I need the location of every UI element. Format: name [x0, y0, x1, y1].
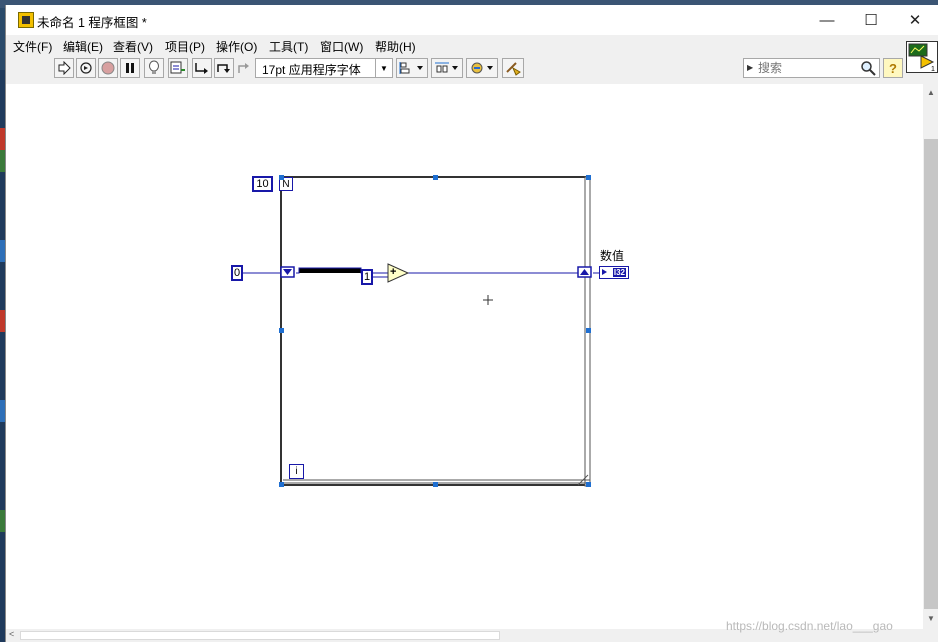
- resize-handle[interactable]: [586, 175, 591, 180]
- align-objects-icon: [399, 62, 423, 74]
- indicator-label[interactable]: 数值: [600, 247, 624, 264]
- menu-edit[interactable]: 编辑(E): [63, 38, 103, 55]
- search-scope-arrow-icon[interactable]: ▶: [747, 63, 753, 72]
- stop-icon: [101, 61, 115, 75]
- menu-window[interactable]: 窗口(W): [320, 38, 363, 55]
- search-input[interactable]: [758, 60, 853, 76]
- pause-button[interactable]: [120, 58, 140, 78]
- toolbar: 17pt 应用程序字体 ▼ ▶ ?: [6, 55, 906, 83]
- menu-view[interactable]: 查看(V): [113, 38, 153, 55]
- scroll-down-icon[interactable]: ▼: [927, 614, 935, 623]
- clean-up-broom-icon: [506, 62, 521, 76]
- clean-up-diagram-button[interactable]: [502, 58, 524, 78]
- run-continuously-button[interactable]: [76, 58, 96, 78]
- retain-wire-values-icon: [170, 61, 185, 74]
- run-continuously-icon: [80, 62, 92, 74]
- maximize-button[interactable]: ☐: [848, 5, 894, 35]
- abort-button[interactable]: [98, 58, 118, 78]
- step-over-button[interactable]: [214, 58, 234, 78]
- resize-handle[interactable]: [433, 175, 438, 180]
- resize-handle[interactable]: [586, 482, 591, 487]
- resize-handle[interactable]: [279, 175, 284, 180]
- menu-bar: 文件(F) 编辑(E) 查看(V) 项目(P) 操作(O) 工具(T) 窗口(W…: [6, 35, 938, 55]
- search-icon[interactable]: [860, 60, 876, 79]
- resize-handle[interactable]: [586, 328, 591, 333]
- align-objects-button[interactable]: [396, 58, 428, 78]
- step-into-button[interactable]: [192, 58, 212, 78]
- run-button[interactable]: [54, 58, 74, 78]
- loop-count-constant[interactable]: 10: [252, 176, 273, 192]
- vertical-scroll-thumb[interactable]: [924, 139, 938, 609]
- distribute-objects-icon: [435, 62, 458, 73]
- menu-file[interactable]: 文件(F): [13, 38, 52, 55]
- menu-operate[interactable]: 操作(O): [216, 38, 257, 55]
- menu-tools[interactable]: 工具(T): [269, 38, 308, 55]
- scroll-up-icon[interactable]: ▲: [927, 88, 935, 97]
- indicator-type: I32: [612, 268, 626, 277]
- svg-text:1: 1: [931, 66, 935, 72]
- chevron-down-icon: ▼: [375, 59, 392, 77]
- numeric-indicator-terminal[interactable]: I32: [599, 266, 629, 279]
- context-help-button[interactable]: ?: [883, 58, 903, 78]
- font-selector-value: 17pt 应用程序字体: [262, 63, 361, 77]
- run-arrow-icon: [58, 61, 71, 75]
- resize-handle[interactable]: [279, 482, 284, 487]
- iteration-terminal[interactable]: i: [289, 464, 304, 479]
- horizontal-scroll-thumb[interactable]: [20, 631, 500, 640]
- scroll-left-icon[interactable]: <: [9, 629, 14, 639]
- step-into-icon: [195, 63, 208, 74]
- minimize-button[interactable]: —: [804, 5, 850, 35]
- resize-handle[interactable]: [279, 328, 284, 333]
- font-selector[interactable]: 17pt 应用程序字体 ▼: [255, 58, 393, 78]
- indicator-arrow-icon: [602, 269, 607, 275]
- menu-project[interactable]: 项目(P): [165, 38, 205, 55]
- block-diagram-window: 未命名 1 程序框图 * — ☐ ✕ 文件(F) 编辑(E) 查看(V) 项目(…: [5, 5, 938, 642]
- menu-help[interactable]: 帮助(H): [375, 38, 416, 55]
- reorder-icon: [471, 62, 493, 74]
- reorder-button[interactable]: [466, 58, 498, 78]
- highlight-execution-button[interactable]: [144, 58, 164, 78]
- step-over-icon: [217, 64, 230, 73]
- increment-constant[interactable]: 1: [361, 269, 373, 285]
- close-button[interactable]: ✕: [892, 5, 938, 35]
- resize-handle[interactable]: [433, 482, 438, 487]
- add-function-symbol[interactable]: +: [390, 266, 396, 278]
- labview-icon: [18, 12, 34, 28]
- step-out-button[interactable]: [234, 58, 252, 78]
- vertical-scrollbar[interactable]: ▲ ▼: [923, 84, 938, 629]
- diagram-wires: [234, 176, 599, 487]
- vi-icon[interactable]: 1: [906, 41, 938, 73]
- title-bar[interactable]: 未命名 1 程序框图 * — ☐ ✕: [6, 5, 938, 35]
- window-title: 未命名 1 程序框图 *: [37, 16, 147, 30]
- step-out-icon: [238, 63, 249, 73]
- block-diagram-canvas[interactable]: 10 N 0 1 + i 数值 I32: [6, 84, 923, 629]
- initial-value-constant[interactable]: 0: [231, 265, 243, 281]
- retain-wire-values-button[interactable]: [168, 58, 188, 78]
- search-field: ▶: [743, 58, 880, 78]
- lightbulb-icon: [149, 60, 159, 74]
- watermark: https://blog.csdn.net/lao___gao: [726, 619, 893, 633]
- pause-icon: [126, 63, 134, 73]
- distribute-objects-button[interactable]: [431, 58, 463, 78]
